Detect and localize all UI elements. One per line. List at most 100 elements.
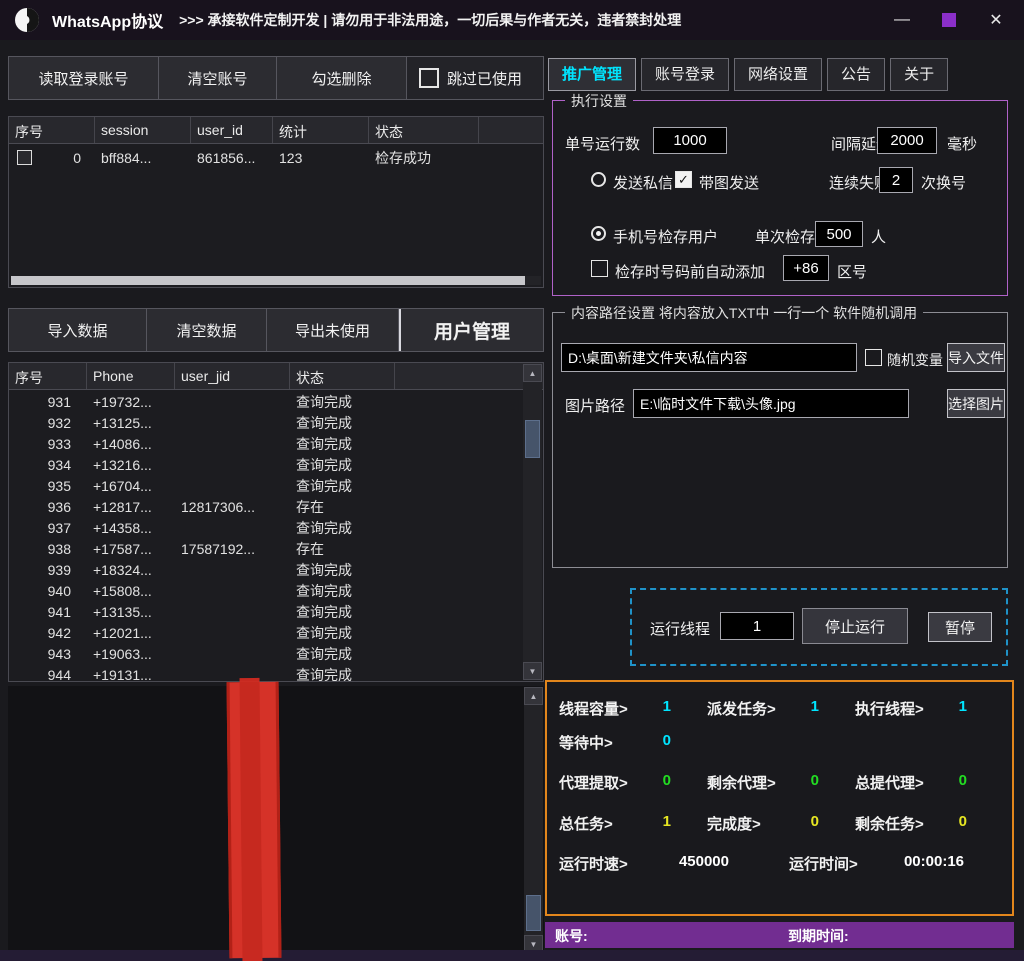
minimize-button[interactable]: — [888, 11, 916, 29]
phone-table-body: 931 +19732... 查询完成 932 +13125... 查询完成 93… [9, 391, 523, 681]
image-path-input[interactable] [633, 389, 909, 418]
table-row[interactable]: 944 +19131... 查询完成 [9, 664, 523, 681]
cell-status: 查询完成 [290, 623, 395, 643]
column-header: user_id [191, 117, 273, 143]
table-row[interactable]: 942 +12021... 查询完成 [9, 622, 523, 643]
horizontal-scrollbar[interactable] [11, 276, 541, 285]
tab-network-settings[interactable]: 网络设置 [734, 58, 822, 91]
tab-announcement[interactable]: 公告 [827, 58, 885, 91]
import-file-button[interactable]: 导入文件 [947, 343, 1005, 372]
scroll-up-icon[interactable]: ▲ [524, 687, 543, 705]
cell-phone: +15808... [87, 583, 175, 599]
row-checkbox[interactable] [17, 150, 32, 165]
table-row[interactable]: 943 +19063... 查询完成 [9, 643, 523, 664]
cell-index: 944 [9, 667, 87, 682]
cell-status: 查询完成 [290, 518, 395, 538]
cell-index: 931 [9, 394, 87, 410]
cell-status: 查询完成 [290, 602, 395, 622]
clear-data-button[interactable]: 清空数据 [147, 309, 267, 351]
cell-status: 存在 [290, 497, 395, 517]
tab-about[interactable]: 关于 [890, 58, 948, 91]
table-row[interactable]: 932 +13125... 查询完成 [9, 412, 523, 433]
column-header: 序号 [9, 363, 87, 389]
batch-input[interactable] [815, 221, 863, 247]
export-unused-button[interactable]: 导出未使用 [267, 309, 399, 351]
run-thread-input[interactable] [720, 612, 794, 640]
cell-phone: +12021... [87, 625, 175, 641]
cell-count: 123 [273, 150, 369, 166]
import-data-button[interactable]: 导入数据 [9, 309, 147, 351]
stat-total-tasks: 总任务> 1 [559, 813, 671, 834]
cell-user-id: 861856... [191, 150, 273, 166]
cell-phone: +19063... [87, 646, 175, 662]
cell-phone: +19732... [87, 394, 175, 410]
phone-table-header: 序号 Phone user_jid 状态 [9, 363, 543, 390]
cell-session: bff884... [95, 150, 191, 166]
scrollbar-thumb[interactable] [11, 276, 525, 285]
scrollbar-thumb[interactable] [526, 895, 541, 931]
content-path-input[interactable] [561, 343, 857, 372]
app-title: WhatsApp协议 [52, 8, 163, 32]
group-legend: 内容路径设置 将内容放入TXT中 一行一个 软件随机调用 [565, 303, 923, 323]
table-row[interactable]: 935 +16704... 查询完成 [9, 475, 523, 496]
skip-used-checkbox[interactable] [419, 68, 439, 88]
cell-index: 936 [9, 499, 87, 515]
scrollbar-thumb[interactable] [525, 420, 540, 458]
table-row[interactable]: 934 +13216... 查询完成 [9, 454, 523, 475]
fail-input[interactable] [879, 167, 913, 193]
table-row[interactable]: 0 bff884... 861856... 123 检存成功 [9, 144, 543, 171]
redaction-marker [227, 682, 282, 959]
table-row[interactable]: 939 +18324... 查询完成 [9, 559, 523, 580]
clear-accounts-button[interactable]: 清空账号 [159, 57, 277, 99]
batch-label: 单次检存 [755, 226, 815, 247]
table-row[interactable]: 931 +19732... 查询完成 [9, 391, 523, 412]
pause-button[interactable]: 暂停 [928, 612, 992, 642]
vertical-scrollbar[interactable]: ▲ ▼ [523, 364, 542, 680]
cell-index: 935 [9, 478, 87, 494]
account-label: 账号: [555, 926, 588, 946]
cell-phone: +13125... [87, 415, 175, 431]
account-status-bar: 账号: 到期时间: [545, 922, 1014, 948]
stat-proxy-remaining: 剩余代理> 0 [707, 772, 819, 793]
cell-index: 933 [9, 436, 87, 452]
table-row[interactable]: 936 +12817... 12817306... 存在 [9, 496, 523, 517]
content-path-group: 内容路径设置 将内容放入TXT中 一行一个 软件随机调用 随机变量 导入文件 图… [552, 312, 1008, 568]
check-user-radio[interactable] [591, 226, 606, 241]
cell-index: 0 [32, 150, 95, 166]
stop-run-button[interactable]: 停止运行 [802, 608, 908, 644]
maximize-button[interactable] [942, 13, 956, 27]
column-header: 序号 [9, 117, 95, 143]
column-header: Phone [87, 363, 175, 389]
check-delete-button[interactable]: 勾选删除 [277, 57, 407, 99]
read-login-accounts-button[interactable]: 读取登录账号 [9, 57, 159, 99]
stat-waiting: 等待中> 0 [559, 732, 671, 753]
close-button[interactable]: ✕ [982, 10, 1010, 30]
cell-status: 查询完成 [290, 560, 395, 580]
interval-input[interactable] [877, 127, 937, 154]
tab-account-login[interactable]: 账号登录 [641, 58, 729, 91]
fail-unit-label: 次换号 [921, 172, 966, 193]
image-path-label: 图片路径 [565, 395, 625, 416]
table-row[interactable]: 938 +17587... 17587192... 存在 [9, 538, 523, 559]
table-row[interactable]: 933 +14086... 查询完成 [9, 433, 523, 454]
prefix-input[interactable] [783, 255, 829, 281]
data-toolbar: 导入数据 清空数据 导出未使用 用户管理 [8, 308, 544, 352]
table-row[interactable]: 941 +13135... 查询完成 [9, 601, 523, 622]
auto-prefix-checkbox[interactable] [591, 260, 608, 277]
send-dm-radio[interactable] [591, 172, 606, 187]
vertical-scrollbar[interactable]: ▲ ▼ [524, 687, 543, 953]
single-run-label: 单号运行数 [565, 133, 640, 154]
scroll-up-icon[interactable]: ▲ [523, 364, 542, 382]
app-logo-icon [14, 7, 40, 33]
random-var-checkbox[interactable] [865, 349, 882, 366]
scroll-down-icon[interactable]: ▼ [523, 662, 542, 680]
with-image-checkbox[interactable] [675, 171, 692, 188]
cell-phone: +17587... [87, 541, 175, 557]
table-row[interactable]: 940 +15808... 查询完成 [9, 580, 523, 601]
choose-image-button[interactable]: 选择图片 [947, 389, 1005, 418]
single-run-input[interactable] [653, 127, 727, 154]
cell-index: 932 [9, 415, 87, 431]
table-row[interactable]: 937 +14358... 查询完成 [9, 517, 523, 538]
user-management-button[interactable]: 用户管理 [399, 309, 543, 351]
tab-promotion-management[interactable]: 推广管理 [548, 58, 636, 91]
